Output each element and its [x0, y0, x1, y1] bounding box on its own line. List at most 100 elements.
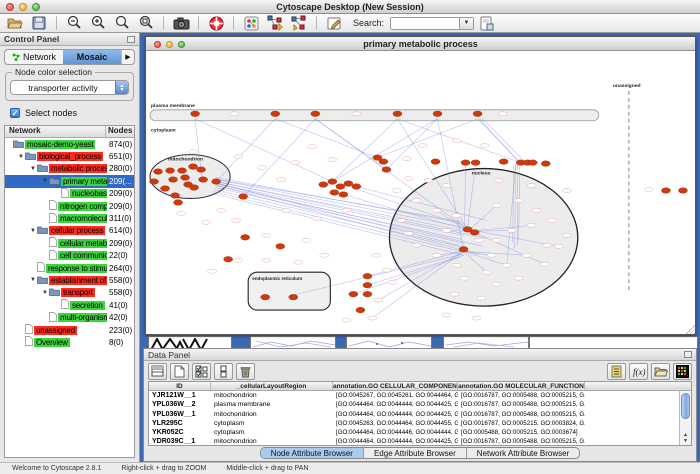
network-node-unselected[interactable] — [532, 208, 541, 212]
tree-row[interactable]: ▼primary metabo209(... — [5, 175, 134, 187]
network-node-unselected[interactable] — [472, 316, 481, 320]
table-cell[interactable]: mitochondrion — [211, 437, 333, 446]
tree-row[interactable]: nucleobase-209(0) — [5, 188, 134, 200]
scrollbar-buttons[interactable]: ▲▼ — [680, 432, 691, 444]
network-node-unselected[interactable] — [294, 260, 303, 264]
create-attribute-button[interactable] — [170, 363, 189, 380]
network-node[interactable] — [470, 230, 479, 236]
import-attributes-button[interactable] — [651, 363, 670, 380]
network-node-unselected[interactable] — [397, 218, 406, 222]
expander-icon[interactable]: ▼ — [29, 166, 37, 172]
network-node[interactable] — [393, 111, 402, 117]
attribute-list-button[interactable] — [607, 363, 626, 380]
network-node-unselected[interactable] — [234, 155, 243, 159]
table-cell[interactable]: cytoplasm — [211, 419, 333, 428]
table-cell[interactable]: mitochondrion — [211, 391, 333, 400]
network-node-unselected[interactable] — [542, 243, 551, 247]
network-node[interactable] — [661, 188, 670, 194]
network-node[interactable] — [276, 244, 285, 250]
network-node-unselected[interactable] — [480, 144, 489, 148]
search-input[interactable] — [391, 18, 459, 29]
table-cell[interactable]: [GO:0044464, GO:0044444, GO:0044425, G..… — [333, 400, 458, 409]
tree-row[interactable]: nitrogen compo209(0) — [5, 200, 134, 212]
tab-network[interactable]: Network — [5, 50, 63, 64]
network-node-unselected[interactable] — [372, 253, 381, 257]
network-node[interactable] — [363, 282, 372, 288]
network-node[interactable] — [471, 160, 480, 166]
network-node[interactable] — [336, 184, 345, 190]
network-node-unselected[interactable] — [442, 228, 451, 232]
network-node-unselected[interactable] — [450, 292, 459, 296]
network-node-unselected[interactable] — [312, 216, 321, 220]
network-node[interactable] — [339, 192, 348, 198]
network-node-unselected[interactable] — [527, 223, 536, 227]
network-node-unselected[interactable] — [258, 166, 267, 170]
network-node-unselected[interactable] — [368, 316, 377, 320]
network-node-unselected[interactable] — [442, 313, 451, 317]
network-node[interactable] — [461, 160, 470, 166]
tree-row[interactable]: ▼transport558(0) — [5, 287, 134, 299]
network-node-unselected[interactable] — [424, 179, 433, 183]
network-node-unselected[interactable] — [452, 139, 461, 143]
table-column-header[interactable]: annotation.GO MOLECULAR_FUNCTION — [458, 382, 585, 390]
network-zoom-button[interactable] — [178, 41, 185, 48]
network-node-unselected[interactable] — [487, 253, 496, 257]
network-node-unselected[interactable] — [540, 262, 549, 266]
browser-tab-1[interactable]: Edge Attribute Browser — [364, 448, 467, 458]
tree-row[interactable]: secretion41(0) — [5, 299, 134, 311]
network-node[interactable] — [191, 111, 200, 117]
tree-row[interactable]: ▼cellular process614(0) — [5, 225, 134, 237]
tree-row[interactable]: macromolecule311(0) — [5, 212, 134, 224]
table-scrollbar[interactable]: ▲▼ — [679, 391, 691, 445]
tree-row[interactable]: response to stimul264(0) — [5, 262, 134, 274]
network-node-unselected[interactable] — [527, 184, 536, 188]
network-node[interactable] — [328, 179, 337, 185]
network-node-unselected[interactable] — [498, 112, 507, 116]
network-node-unselected[interactable] — [522, 253, 531, 257]
network-node-unselected[interactable] — [388, 280, 397, 284]
network-node-unselected[interactable] — [230, 112, 239, 116]
network-node-unselected[interactable] — [477, 296, 486, 300]
table-cell[interactable]: [GO:0044464, GO:0044446, GO:0044444, G..… — [333, 428, 458, 437]
network-node[interactable] — [344, 181, 353, 187]
network-node-unselected[interactable] — [412, 198, 421, 202]
table-cell[interactable]: mitochondrion — [211, 410, 333, 419]
table-cell[interactable]: [GO:0045267, GO:0045261, GO:0044464, G..… — [333, 391, 458, 400]
background-window-5[interactable] — [529, 336, 698, 348]
network-node-unselected[interactable] — [547, 218, 556, 222]
network-node-unselected[interactable] — [492, 238, 501, 242]
network-node-unselected[interactable] — [234, 258, 243, 262]
table-cell[interactable]: YKR052C — [149, 428, 211, 437]
table-cell[interactable]: [GO:0044464, GO:0044444, GO:0044425, G..… — [333, 410, 458, 419]
network-node-unselected[interactable] — [474, 238, 483, 242]
zoom-button[interactable] — [32, 3, 40, 11]
table-column-header[interactable]: _cellularLayoutRegion — [211, 382, 333, 390]
network-node-unselected[interactable] — [562, 233, 571, 237]
table-column-header[interactable]: ID — [149, 382, 211, 390]
save-button[interactable] — [28, 15, 50, 32]
heatmap-button[interactable] — [673, 363, 692, 380]
network-node[interactable] — [241, 235, 250, 241]
tree-row[interactable]: unassigned223(0) — [5, 324, 134, 336]
network-node[interactable] — [189, 164, 198, 170]
network-node[interactable] — [199, 177, 208, 183]
network-node[interactable] — [171, 193, 180, 199]
network-node[interactable] — [169, 177, 178, 183]
zoom-out-button[interactable] — [63, 15, 85, 32]
data-panel-float-icon[interactable] — [684, 351, 692, 358]
network-node-unselected[interactable] — [418, 144, 427, 148]
background-window-2[interactable] — [250, 336, 336, 348]
background-window-3[interactable] — [346, 336, 432, 348]
table-cell[interactable]: [GO:0005488, GO:0005215, GO:0003674] — [458, 428, 585, 437]
browser-tab-0[interactable]: Node Attribute Browser — [261, 448, 364, 458]
network-node[interactable] — [349, 291, 358, 297]
network-node[interactable] — [363, 273, 372, 279]
window-resize-grip[interactable] — [686, 325, 695, 334]
network-node[interactable] — [678, 188, 687, 194]
tree-row[interactable]: ▼biological_process651(0) — [5, 150, 134, 162]
network-window-titlebar[interactable]: primary metabolic process — [146, 37, 695, 51]
table-cell[interactable]: [GO:0016787, GO:0005488, GO:0005215, G..… — [458, 391, 585, 400]
network-node-unselected[interactable] — [482, 270, 491, 274]
table-cell[interactable]: cytoplasm — [211, 428, 333, 437]
expander-icon[interactable]: ▼ — [41, 178, 49, 184]
